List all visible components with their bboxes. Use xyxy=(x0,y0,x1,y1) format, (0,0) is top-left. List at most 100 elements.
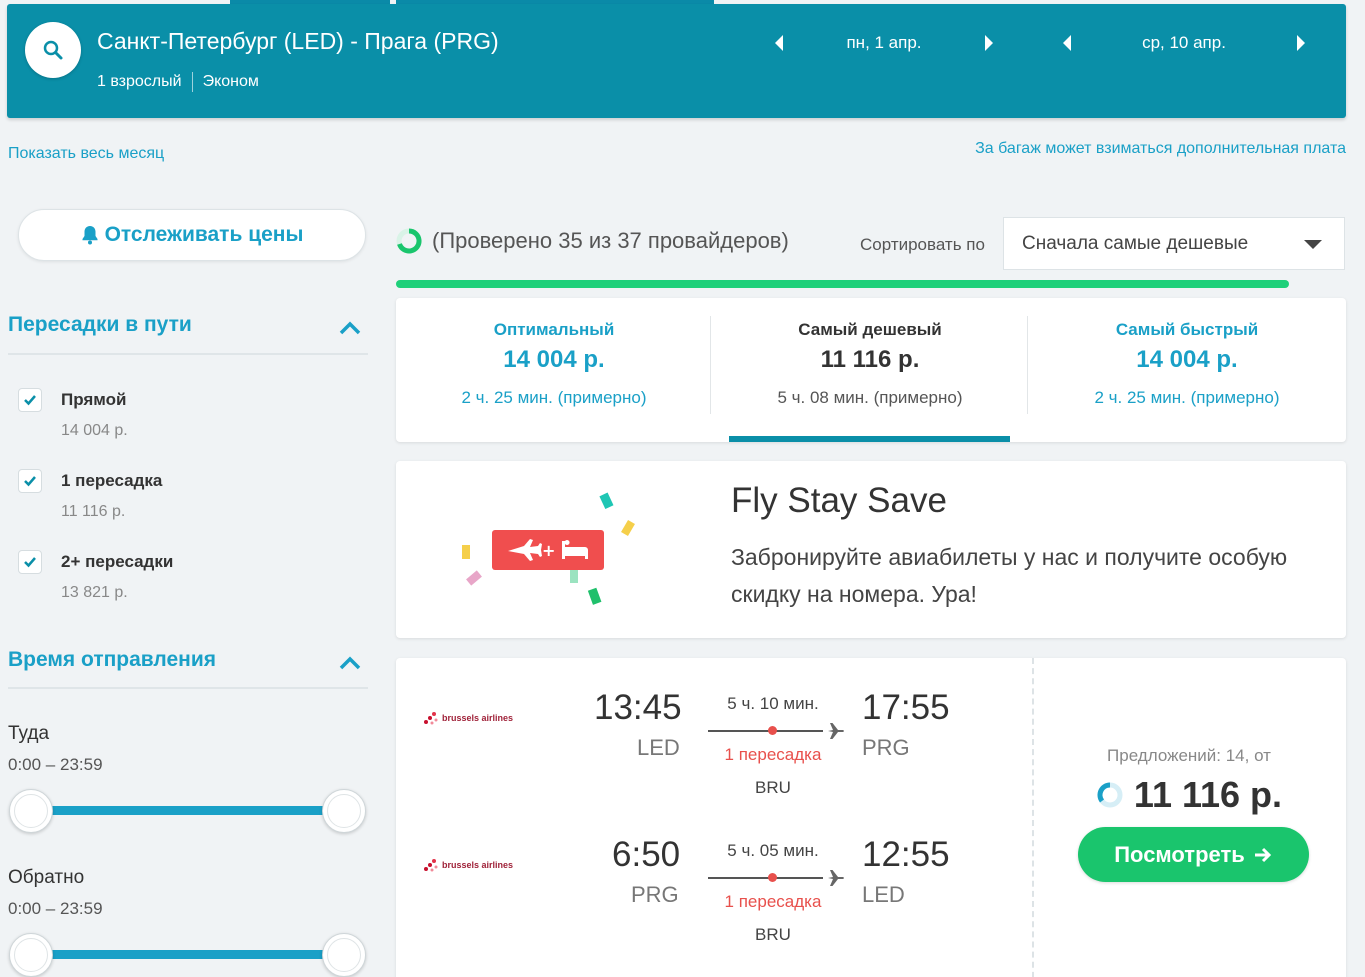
route-title[interactable]: Санкт-Петербург (LED) - Прага (PRG) xyxy=(97,28,499,55)
filter-price: 14 004 р. xyxy=(61,422,128,439)
caret-right-icon xyxy=(1297,35,1305,51)
passenger-info[interactable]: 1 взрослый Эконом xyxy=(97,72,259,92)
flight-duration: 5 ч. 05 мин. xyxy=(727,841,819,860)
search-button[interactable] xyxy=(25,22,81,78)
stop-dot xyxy=(768,726,777,735)
outbound-label: Туда xyxy=(8,723,50,744)
via-airport: BRU xyxy=(755,925,791,944)
caret-right-icon xyxy=(985,35,993,51)
check-icon xyxy=(24,476,36,487)
tab-optimal[interactable]: Оптимальный 14 004 р. 2 ч. 25 мин. (прим… xyxy=(396,298,712,442)
return-slider-max-handle[interactable] xyxy=(322,933,366,977)
arrow-right-icon xyxy=(1254,847,1271,862)
check-icon xyxy=(24,395,36,406)
chevron-up-icon[interactable] xyxy=(338,320,362,336)
arrival-airport: LED xyxy=(862,882,905,907)
search-icon xyxy=(43,40,63,60)
cabin-class: Эконом xyxy=(202,73,259,90)
arrival-time: 12:55 xyxy=(862,835,950,874)
providers-checked: (Проверено 35 из 37 провайдеров) xyxy=(432,228,789,253)
baggage-note-link[interactable]: За багаж может взиматься дополнительная … xyxy=(975,140,1346,158)
tab-price: 11 116 р. xyxy=(820,346,920,373)
filter-label: Прямой xyxy=(61,390,127,409)
tab-duration: 2 ч. 25 мин. (примерно) xyxy=(1094,388,1280,407)
airline-logo: brussels airlines xyxy=(422,710,513,726)
tab-name: Оптимальный xyxy=(493,320,615,339)
fly-stay-save-promo[interactable]: + Fly Stay Save Забронируйте авиабилеты … xyxy=(396,461,1346,638)
return-next-button[interactable] xyxy=(1286,28,1316,58)
show-month-link[interactable]: Показать весь месяц xyxy=(8,145,164,163)
departure-airport: PRG xyxy=(631,882,679,907)
tab-duration: 5 ч. 08 мин. (примерно) xyxy=(777,388,963,407)
stops-section-title[interactable]: Пересадки в пути xyxy=(8,313,192,337)
filter-price: 13 821 р. xyxy=(61,584,128,601)
filter-label: 1 пересадка xyxy=(61,471,163,490)
route-line xyxy=(708,877,823,879)
checkbox[interactable] xyxy=(18,388,42,412)
brussels-airlines-logo-icon xyxy=(424,712,438,725)
return-label: Обратно xyxy=(8,867,85,888)
sort-select[interactable]: Сначала самые дешевые xyxy=(1003,217,1345,270)
checkbox[interactable] xyxy=(18,469,42,493)
depart-date-nav: пн, 1 апр. xyxy=(764,28,1004,58)
section-divider xyxy=(8,353,368,355)
ticket-divider xyxy=(1032,658,1034,977)
flight-hotel-icon: + xyxy=(462,492,635,605)
search-header: Санкт-Петербург (LED) - Прага (PRG) 1 вз… xyxy=(7,4,1346,118)
depart-next-button[interactable] xyxy=(974,28,1004,58)
tab-price: 14 004 р. xyxy=(1136,346,1238,373)
tab-fastest[interactable]: Самый быстрый 14 004 р. 2 ч. 25 мин. (пр… xyxy=(1029,298,1345,442)
view-deal-button[interactable]: Посмотреть xyxy=(1078,827,1309,882)
track-prices-label: Отслеживать цены xyxy=(104,223,304,246)
arrival-time: 17:55 xyxy=(862,688,950,727)
ticket-price: 11 116 р. xyxy=(1032,774,1346,816)
return-range: 0:00 – 23:59 xyxy=(8,899,103,918)
departure-airport: LED xyxy=(637,735,680,760)
track-prices-button[interactable]: Отслеживать цены xyxy=(18,209,366,261)
search-progress-bar xyxy=(396,280,1289,288)
outbound-slider-min-handle[interactable] xyxy=(9,789,53,833)
flight-duration: 5 ч. 10 мин. xyxy=(727,694,819,713)
return-slider-min-handle[interactable] xyxy=(9,933,53,977)
tab-cheapest[interactable]: Самый дешевый 11 116 р. 5 ч. 08 мин. (пр… xyxy=(712,298,1028,442)
section-divider xyxy=(8,687,368,689)
caret-down-icon xyxy=(1304,240,1322,249)
via-airport: BRU xyxy=(755,778,791,797)
checkbox[interactable] xyxy=(18,550,42,574)
view-button-label: Посмотреть xyxy=(1114,841,1245,867)
tab-divider xyxy=(1027,316,1028,414)
price-value: 11 116 р. xyxy=(1133,774,1283,815)
chevron-up-icon[interactable] xyxy=(338,655,362,671)
return-prev-button[interactable] xyxy=(1052,28,1082,58)
sort-tabs: Оптимальный 14 004 р. 2 ч. 25 мин. (прим… xyxy=(396,298,1346,442)
departure-section-title[interactable]: Время отправления xyxy=(8,648,216,672)
plane-icon xyxy=(828,723,844,739)
return-date[interactable]: ср, 10 апр. xyxy=(1082,33,1286,53)
stops-count: 1 пересадка xyxy=(724,892,822,911)
depart-date[interactable]: пн, 1 апр. xyxy=(794,33,974,53)
flight-result-card[interactable]: brussels airlines 13:45 LED 5 ч. 10 мин.… xyxy=(396,658,1346,977)
airline-logo: brussels airlines xyxy=(422,857,513,873)
route-line xyxy=(708,730,823,732)
bell-icon xyxy=(81,225,99,245)
outbound-slider-max-handle[interactable] xyxy=(322,789,366,833)
departure-time: 13:45 xyxy=(594,688,682,727)
brussels-airlines-logo-icon xyxy=(424,859,438,872)
departure-time: 6:50 xyxy=(612,835,681,874)
check-icon xyxy=(24,557,36,568)
filter-price: 11 116 р. xyxy=(61,503,126,520)
depart-prev-button[interactable] xyxy=(764,28,794,58)
caret-left-icon xyxy=(1063,35,1071,51)
outbound-slider-track[interactable] xyxy=(30,806,344,815)
svg-text:+: + xyxy=(542,541,555,560)
airline-name: brussels airlines xyxy=(442,860,514,870)
airline-name: brussels airlines xyxy=(442,713,514,723)
stops-count: 1 пересадка xyxy=(724,745,822,764)
stop-dot xyxy=(768,873,777,882)
loading-spinner-icon xyxy=(396,228,422,254)
promo-title: Fly Stay Save xyxy=(731,481,947,520)
tab-duration: 2 ч. 25 мин. (примерно) xyxy=(461,388,647,407)
return-slider-track[interactable] xyxy=(30,950,344,959)
tab-price: 14 004 р. xyxy=(503,346,605,373)
caret-left-icon xyxy=(775,35,783,51)
